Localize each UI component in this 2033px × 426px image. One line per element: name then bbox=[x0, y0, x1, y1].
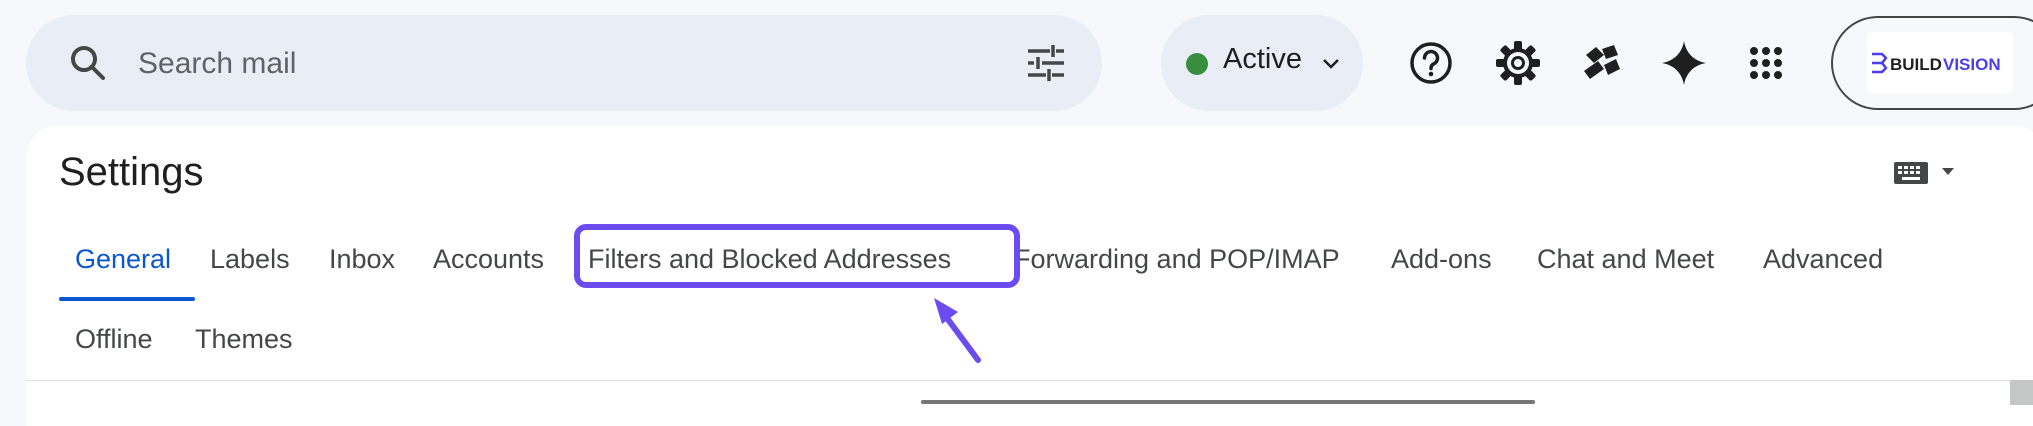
search-icon[interactable] bbox=[64, 39, 112, 87]
settings-panel: Settings General Labels Inbox Accounts F… bbox=[26, 126, 2033, 426]
app-launcher-mail-icon[interactable] bbox=[1574, 35, 1630, 91]
search-input[interactable] bbox=[136, 37, 1020, 91]
tab-chat-and-meet[interactable]: Chat and Meet bbox=[1537, 244, 1714, 275]
gemini-sparkle-icon[interactable] bbox=[1656, 35, 1712, 91]
status-selector[interactable]: Active bbox=[1161, 15, 1363, 111]
highlight-annotation-box bbox=[574, 224, 1020, 288]
status-indicator-dot bbox=[1186, 53, 1208, 75]
horizontal-scrollbar[interactable] bbox=[921, 400, 1535, 404]
tabs-divider bbox=[26, 380, 2026, 381]
vertical-scrollbar[interactable] bbox=[2010, 380, 2033, 405]
tab-add-ons[interactable]: Add-ons bbox=[1391, 244, 1492, 275]
search-bar[interactable] bbox=[26, 15, 1102, 111]
tab-forwarding-and-pop-imap[interactable]: Forwarding and POP/IMAP bbox=[1014, 244, 1340, 275]
tab-accounts[interactable]: Accounts bbox=[433, 244, 544, 275]
page-title: Settings bbox=[59, 150, 204, 194]
tab-general[interactable]: General bbox=[75, 244, 171, 275]
settings-icon[interactable] bbox=[1490, 35, 1546, 91]
account-switcher[interactable]: BUILD VISION bbox=[1831, 16, 2033, 110]
apps-grid-icon[interactable] bbox=[1738, 35, 1794, 91]
chevron-down-icon bbox=[1319, 51, 1343, 75]
svg-text:BUILD: BUILD bbox=[1890, 55, 1942, 74]
tab-themes[interactable]: Themes bbox=[195, 324, 293, 355]
tune-icon[interactable] bbox=[1022, 39, 1070, 87]
help-icon[interactable] bbox=[1403, 35, 1459, 91]
top-bar: Active bbox=[0, 0, 2033, 126]
tab-advanced[interactable]: Advanced bbox=[1763, 244, 1883, 275]
input-tools-keyboard-icon[interactable] bbox=[1892, 156, 1962, 192]
svg-text:VISION: VISION bbox=[1943, 55, 2001, 74]
status-label: Active bbox=[1223, 43, 1302, 75]
tab-labels[interactable]: Labels bbox=[210, 244, 290, 275]
organization-logo: BUILD VISION bbox=[1867, 32, 2013, 94]
tab-inbox[interactable]: Inbox bbox=[329, 244, 395, 275]
tab-offline[interactable]: Offline bbox=[75, 324, 153, 355]
annotation-arrow-icon bbox=[934, 298, 981, 363]
active-tab-indicator bbox=[59, 297, 195, 301]
